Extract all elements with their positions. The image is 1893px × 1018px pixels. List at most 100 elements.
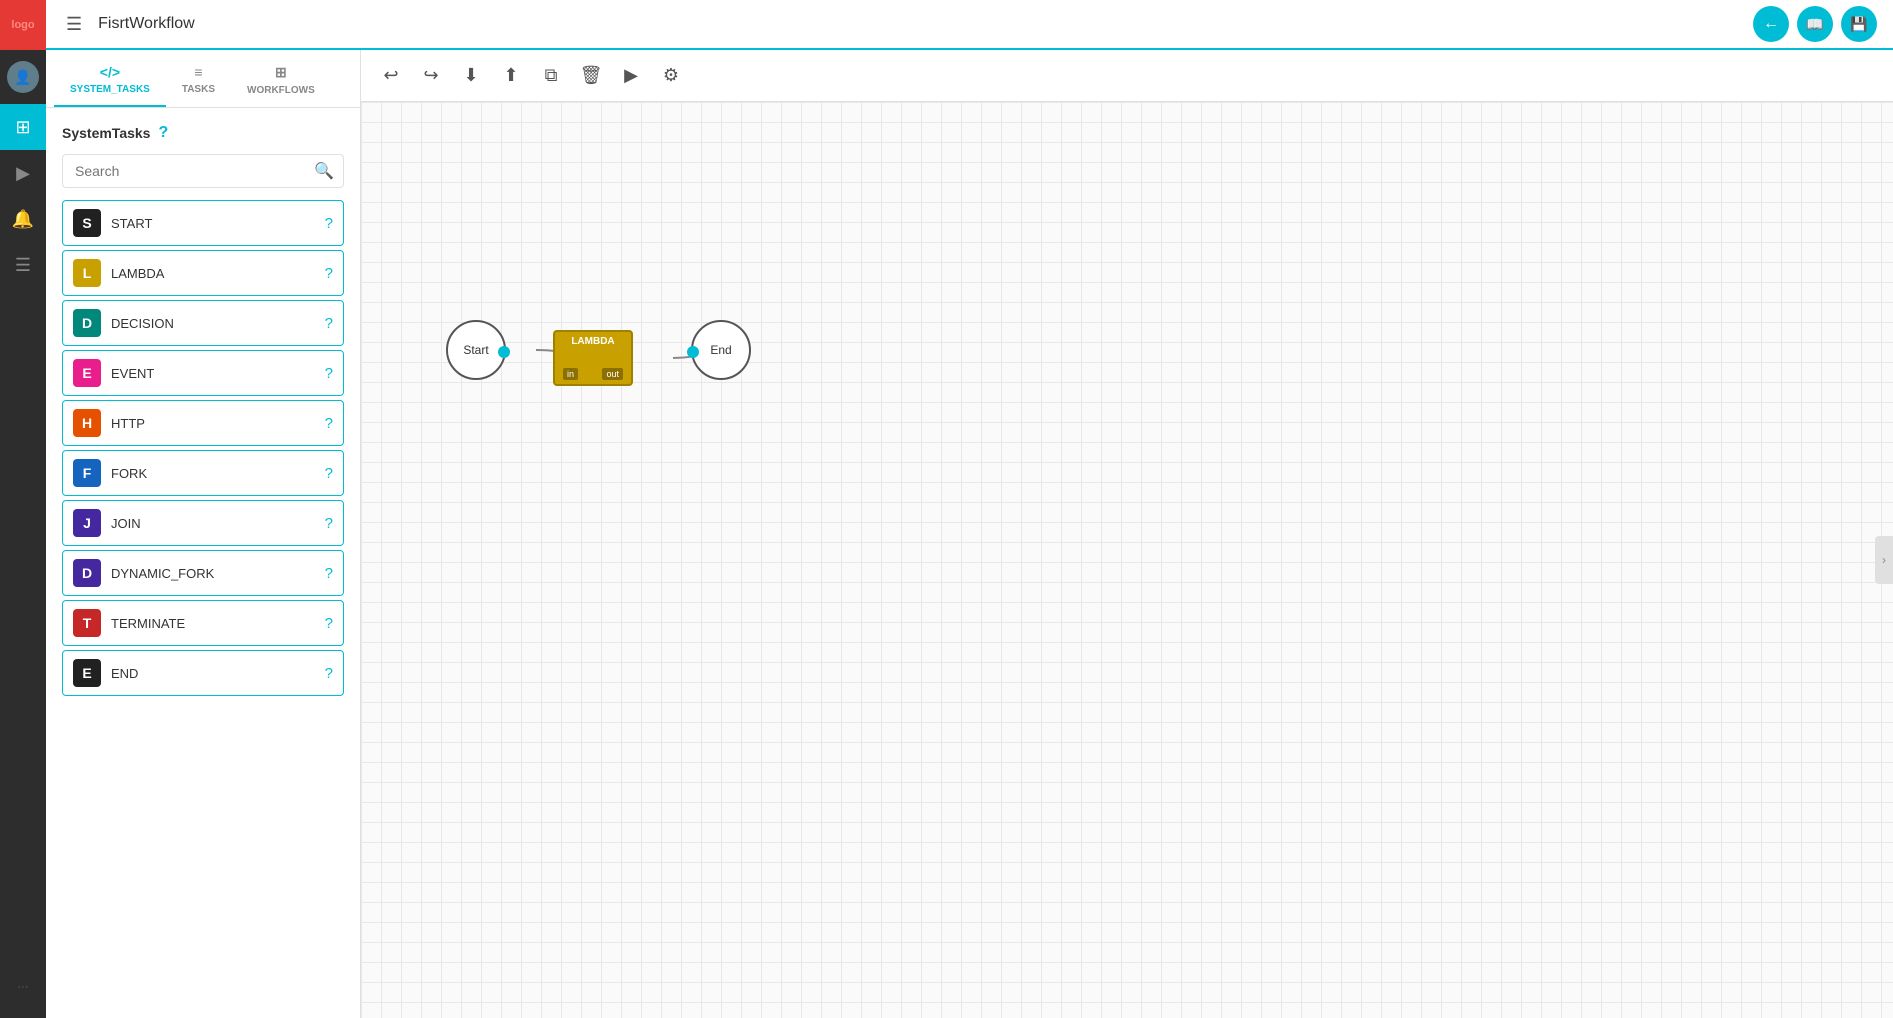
task-item-http[interactable]: H HTTP ? [62, 400, 344, 446]
task-item-dynamic-fork[interactable]: D DYNAMIC_FORK ? [62, 550, 344, 596]
download-icon: ⬇ [463, 65, 478, 86]
list-icon: ☰ [15, 255, 31, 276]
start-output-port[interactable] [498, 346, 510, 358]
hamburger-button[interactable]: ☰ [62, 10, 86, 39]
connections-svg [361, 102, 1893, 1018]
start-help-icon[interactable]: ? [325, 215, 333, 232]
dynamic-fork-help-icon[interactable]: ? [325, 565, 333, 582]
download-button[interactable]: ⬇ [453, 58, 489, 94]
http-help-icon[interactable]: ? [325, 415, 333, 432]
back-arrow-icon: ← [1763, 15, 1779, 33]
end-help-icon[interactable]: ? [325, 665, 333, 682]
fork-label: FORK [111, 466, 315, 481]
upload-icon: ⬆ [503, 65, 518, 86]
hamburger-icon: ☰ [66, 14, 82, 34]
bottom-icon[interactable]: ··· [0, 964, 46, 1010]
search-input[interactable] [62, 154, 344, 188]
header-actions: ← 📖 💾 [1753, 6, 1877, 42]
lambda-in-port[interactable]: in [563, 368, 578, 380]
event-label: EVENT [111, 366, 315, 381]
workflow-nav-icon[interactable]: ⊞ [0, 104, 46, 150]
end-badge: E [73, 659, 101, 687]
sidebar-content: SystemTasks ? 🔍 S START ? L [46, 108, 360, 1018]
sidebar-panel: </> SYSTEM_TASKS ≡ TASKS ⊞ WORKFLOWS Sys… [46, 50, 361, 1018]
sidebar-tabs: </> SYSTEM_TASKS ≡ TASKS ⊞ WORKFLOWS [46, 50, 360, 108]
main-content: ☰ FisrtWorkflow ← 📖 💾 </> SYSTEM_TASKS [46, 0, 1893, 1018]
undo-icon: ↩ [383, 65, 398, 86]
task-item-event[interactable]: E EVENT ? [62, 350, 344, 396]
canvas-grid[interactable]: Start LAMBDA in out End [361, 102, 1893, 1018]
lambda-task-node[interactable]: LAMBDA in out [553, 330, 633, 386]
task-item-fork[interactable]: F FORK ? [62, 450, 344, 496]
dynamic-fork-badge: D [73, 559, 101, 587]
delete-button[interactable]: 🗑 [573, 58, 609, 94]
section-title-text: SystemTasks [62, 125, 150, 141]
terminate-badge: T [73, 609, 101, 637]
workflow-grid-icon: ⊞ [15, 117, 30, 138]
event-badge: E [73, 359, 101, 387]
event-help-icon[interactable]: ? [325, 365, 333, 382]
save-button[interactable]: 💾 [1841, 6, 1877, 42]
settings-icon: ⚙ [663, 65, 679, 86]
fork-help-icon[interactable]: ? [325, 465, 333, 482]
run-icon: ▶ [624, 65, 638, 86]
bell-icon: 🔔 [12, 209, 34, 230]
task-item-decision[interactable]: D DECISION ? [62, 300, 344, 346]
end-node[interactable]: End [691, 320, 751, 380]
right-collapse-handle[interactable]: › [1875, 536, 1893, 584]
tab-system-tasks[interactable]: </> SYSTEM_TASKS [54, 50, 166, 107]
workflows-tab-icon: ⊞ [275, 64, 287, 81]
fork-badge: F [73, 459, 101, 487]
list-nav-icon[interactable]: ☰ [0, 242, 46, 288]
task-item-end[interactable]: E END ? [62, 650, 344, 696]
task-item-lambda[interactable]: L LAMBDA ? [62, 250, 344, 296]
lambda-task-title: LAMBDA [555, 332, 631, 347]
join-badge: J [73, 509, 101, 537]
dynamic-fork-label: DYNAMIC_FORK [111, 566, 315, 581]
lambda-label: LAMBDA [111, 266, 315, 281]
end-input-port[interactable] [687, 346, 699, 358]
search-icon[interactable]: 🔍 [314, 161, 334, 181]
copy-icon: ⧉ [545, 65, 558, 86]
body-area: </> SYSTEM_TASKS ≡ TASKS ⊞ WORKFLOWS Sys… [46, 50, 1893, 1018]
copy-button[interactable]: ⧉ [533, 58, 569, 94]
terminate-label: TERMINATE [111, 616, 315, 631]
play-icon: ▶ [16, 163, 30, 184]
undo-button[interactable]: ↩ [373, 58, 409, 94]
end-node-label: End [710, 343, 731, 357]
logo: logo [0, 0, 46, 50]
task-item-join[interactable]: J JOIN ? [62, 500, 344, 546]
redo-button[interactable]: ↪ [413, 58, 449, 94]
settings-button[interactable]: ⚙ [653, 58, 689, 94]
task-item-start[interactable]: S START ? [62, 200, 344, 246]
task-item-terminate[interactable]: T TERMINATE ? [62, 600, 344, 646]
play-nav-icon[interactable]: ▶ [0, 150, 46, 196]
terminate-help-icon[interactable]: ? [325, 615, 333, 632]
lambda-task-ports: in out [555, 368, 631, 384]
tasks-tab-icon: ≡ [194, 64, 202, 80]
lambda-out-port[interactable]: out [602, 368, 623, 380]
decision-label: DECISION [111, 316, 315, 331]
lambda-help-icon[interactable]: ? [325, 265, 333, 282]
top-header: ☰ FisrtWorkflow ← 📖 💾 [46, 0, 1893, 50]
upload-button[interactable]: ⬆ [493, 58, 529, 94]
http-label: HTTP [111, 416, 315, 431]
start-node[interactable]: Start [446, 320, 506, 380]
left-nav: logo 👤 ⊞ ▶ 🔔 ☰ ··· [0, 0, 46, 1018]
start-label: START [111, 216, 315, 231]
task-list: S START ? L LAMBDA ? D DECISION ? [62, 200, 344, 696]
join-help-icon[interactable]: ? [325, 515, 333, 532]
docs-button[interactable]: 📖 [1797, 6, 1833, 42]
decision-badge: D [73, 309, 101, 337]
bell-nav-icon[interactable]: 🔔 [0, 196, 46, 242]
tab-tasks[interactable]: ≡ TASKS [166, 50, 231, 107]
system-tasks-tab-icon: </> [100, 64, 120, 80]
back-button[interactable]: ← [1753, 6, 1789, 42]
canvas-area: ↩ ↪ ⬇ ⬆ ⧉ 🗑 ▶ [361, 50, 1893, 1018]
avatar-nav[interactable]: 👤 [0, 54, 46, 100]
section-help-icon[interactable]: ? [158, 124, 168, 142]
tab-workflows[interactable]: ⊞ WORKFLOWS [231, 50, 331, 107]
redo-icon: ↪ [423, 65, 438, 86]
run-button[interactable]: ▶ [613, 58, 649, 94]
decision-help-icon[interactable]: ? [325, 315, 333, 332]
